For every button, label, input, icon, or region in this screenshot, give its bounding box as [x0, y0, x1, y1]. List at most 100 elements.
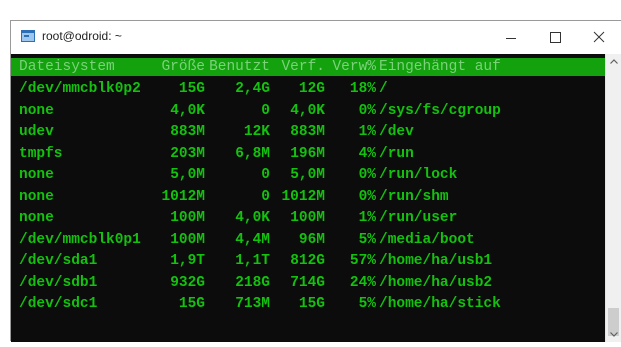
cell-size: 1012M [161, 188, 205, 205]
cell-percent: 57% [349, 253, 376, 269]
cell-filesystem: none [19, 188, 54, 205]
df-row: /dev/sdc1 15G 713M 15G 5%/home/ha/stick [11, 294, 605, 314]
df-row: udev 883M 12K 883M 1%/dev [11, 122, 605, 142]
cell-filesystem: none [19, 210, 54, 226]
cell-size: 203M [170, 145, 205, 162]
cell-filesystem: /dev/sda1 [19, 253, 98, 269]
cell-used: 12K [243, 124, 270, 140]
cell-avail: 12G [298, 81, 325, 97]
cell-avail: 4,0K [290, 102, 325, 119]
header-mount: Eingehängt auf [379, 59, 501, 75]
cell-size: 883M [170, 124, 205, 140]
cell-percent: 18% [349, 81, 376, 97]
cell-used: 6,8M [235, 145, 270, 162]
window-title: root@odroid: ~ [42, 29, 122, 43]
cell-mount: /dev [379, 124, 414, 140]
df-row: none 1012M 0 1012M 0%/run/shm [11, 187, 605, 207]
cell-filesystem: /dev/mmcblk0p2 [19, 81, 141, 97]
cell-used: 218G [235, 274, 270, 291]
cell-used: 4,0K [235, 210, 270, 226]
cell-size: 5,0M [170, 167, 205, 183]
cell-mount: /run/lock [379, 167, 458, 183]
df-row: none 5,0M 0 5,0M 0%/run/lock [11, 165, 605, 185]
cell-avail: 714G [290, 274, 325, 291]
header-filesystem: Dateisystem [19, 59, 115, 75]
cell-filesystem: /dev/mmcblk0p1 [19, 231, 141, 248]
cell-filesystem: none [19, 102, 54, 119]
cell-size: 932G [170, 274, 205, 291]
cell-used: 0 [261, 102, 270, 119]
cell-filesystem: /dev/sdb1 [19, 274, 98, 291]
terminal-app-icon [21, 30, 35, 42]
cell-mount: /run/shm [379, 188, 449, 205]
df-row: /dev/sdb1 932G 218G 714G 24%/home/ha/usb2 [11, 273, 605, 293]
cell-percent: 5% [358, 296, 376, 312]
scroll-down-button[interactable] [606, 326, 621, 342]
cell-percent: 1% [358, 210, 376, 226]
df-row: none 100M 4,0K 100M 1%/run/user [11, 208, 605, 228]
cell-percent: 0% [358, 188, 376, 205]
minimize-icon [506, 38, 516, 39]
close-icon [593, 31, 605, 43]
cell-mount: /home/ha/stick [379, 296, 501, 312]
cell-avail: 96M [298, 231, 325, 248]
chevron-down-icon [610, 332, 618, 337]
cell-mount: /sys/fs/cgroup [379, 102, 501, 119]
cell-mount: /home/ha/usb2 [379, 274, 493, 291]
cell-filesystem: tmpfs [19, 145, 63, 162]
title-bar[interactable]: root@odroid: ~ [11, 21, 621, 54]
cell-avail: 883M [290, 124, 325, 140]
cell-size: 100M [170, 231, 205, 248]
cell-avail: 100M [290, 210, 325, 226]
cell-mount: /run/user [379, 210, 458, 226]
cell-filesystem: udev [19, 124, 54, 140]
cell-size: 4,0K [170, 102, 205, 119]
cell-mount: /home/ha/usb1 [379, 253, 493, 269]
cell-avail: 812G [290, 253, 325, 269]
cell-percent: 5% [358, 231, 376, 248]
scroll-up-button[interactable] [606, 54, 621, 70]
minimize-button[interactable] [489, 21, 533, 54]
cell-avail: 15G [298, 296, 325, 312]
header-percent: Verw% [332, 59, 376, 75]
cell-percent: 24% [349, 274, 376, 291]
df-row: /dev/sda1 1,9T 1,1T 812G 57%/home/ha/usb1 [11, 251, 605, 271]
df-row: /dev/mmcblk0p1 100M 4,4M 96M 5%/media/boot [11, 230, 605, 250]
df-row: /dev/mmcblk0p2 15G 2,4G 12G 18% / [11, 79, 605, 99]
maximize-button[interactable] [533, 21, 577, 54]
maximize-icon [550, 32, 561, 43]
df-row: tmpfs 203M 6,8M 196M 4%/run [11, 144, 605, 164]
cell-percent: 0% [358, 167, 376, 183]
cell-used: 2,4G [235, 81, 270, 97]
cell-used: 713M [235, 296, 270, 312]
chevron-up-icon [610, 59, 618, 64]
header-used: Benutzt [209, 59, 270, 75]
cell-mount: / [379, 81, 388, 97]
cell-size: 15G [178, 81, 205, 97]
vertical-scrollbar[interactable] [605, 54, 621, 342]
cell-avail: 5,0M [290, 167, 325, 183]
cell-used: 0 [261, 167, 270, 183]
df-row: none 4,0K 0 4,0K 0%/sys/fs/cgroup [11, 101, 605, 121]
close-button[interactable] [577, 21, 621, 54]
terminal-window: root@odroid: ~ Dateisystem Größe Benutzt… [10, 20, 621, 342]
header-avail: Verf. [281, 59, 325, 75]
df-header-row: Dateisystem Größe Benutzt Verf. Verw% Ei… [11, 57, 605, 77]
cell-mount: /run [379, 145, 414, 162]
cell-used: 1,1T [235, 253, 270, 269]
terminal-output[interactable]: Dateisystem Größe Benutzt Verf. Verw% Ei… [11, 54, 605, 342]
cell-avail: 1012M [281, 188, 325, 205]
cell-filesystem: /dev/sdc1 [19, 296, 98, 312]
cell-percent: 0% [358, 102, 376, 119]
cell-size: 1,9T [170, 253, 205, 269]
cell-size: 15G [178, 296, 205, 312]
cell-used: 4,4M [235, 231, 270, 248]
cell-filesystem: none [19, 167, 54, 183]
cell-percent: 1% [358, 124, 376, 140]
cell-avail: 196M [290, 145, 325, 162]
cell-percent: 4% [358, 145, 376, 162]
cell-used: 0 [261, 188, 270, 205]
cell-size: 100M [170, 210, 205, 226]
header-size: Größe [161, 59, 205, 75]
cell-mount: /media/boot [379, 231, 475, 248]
